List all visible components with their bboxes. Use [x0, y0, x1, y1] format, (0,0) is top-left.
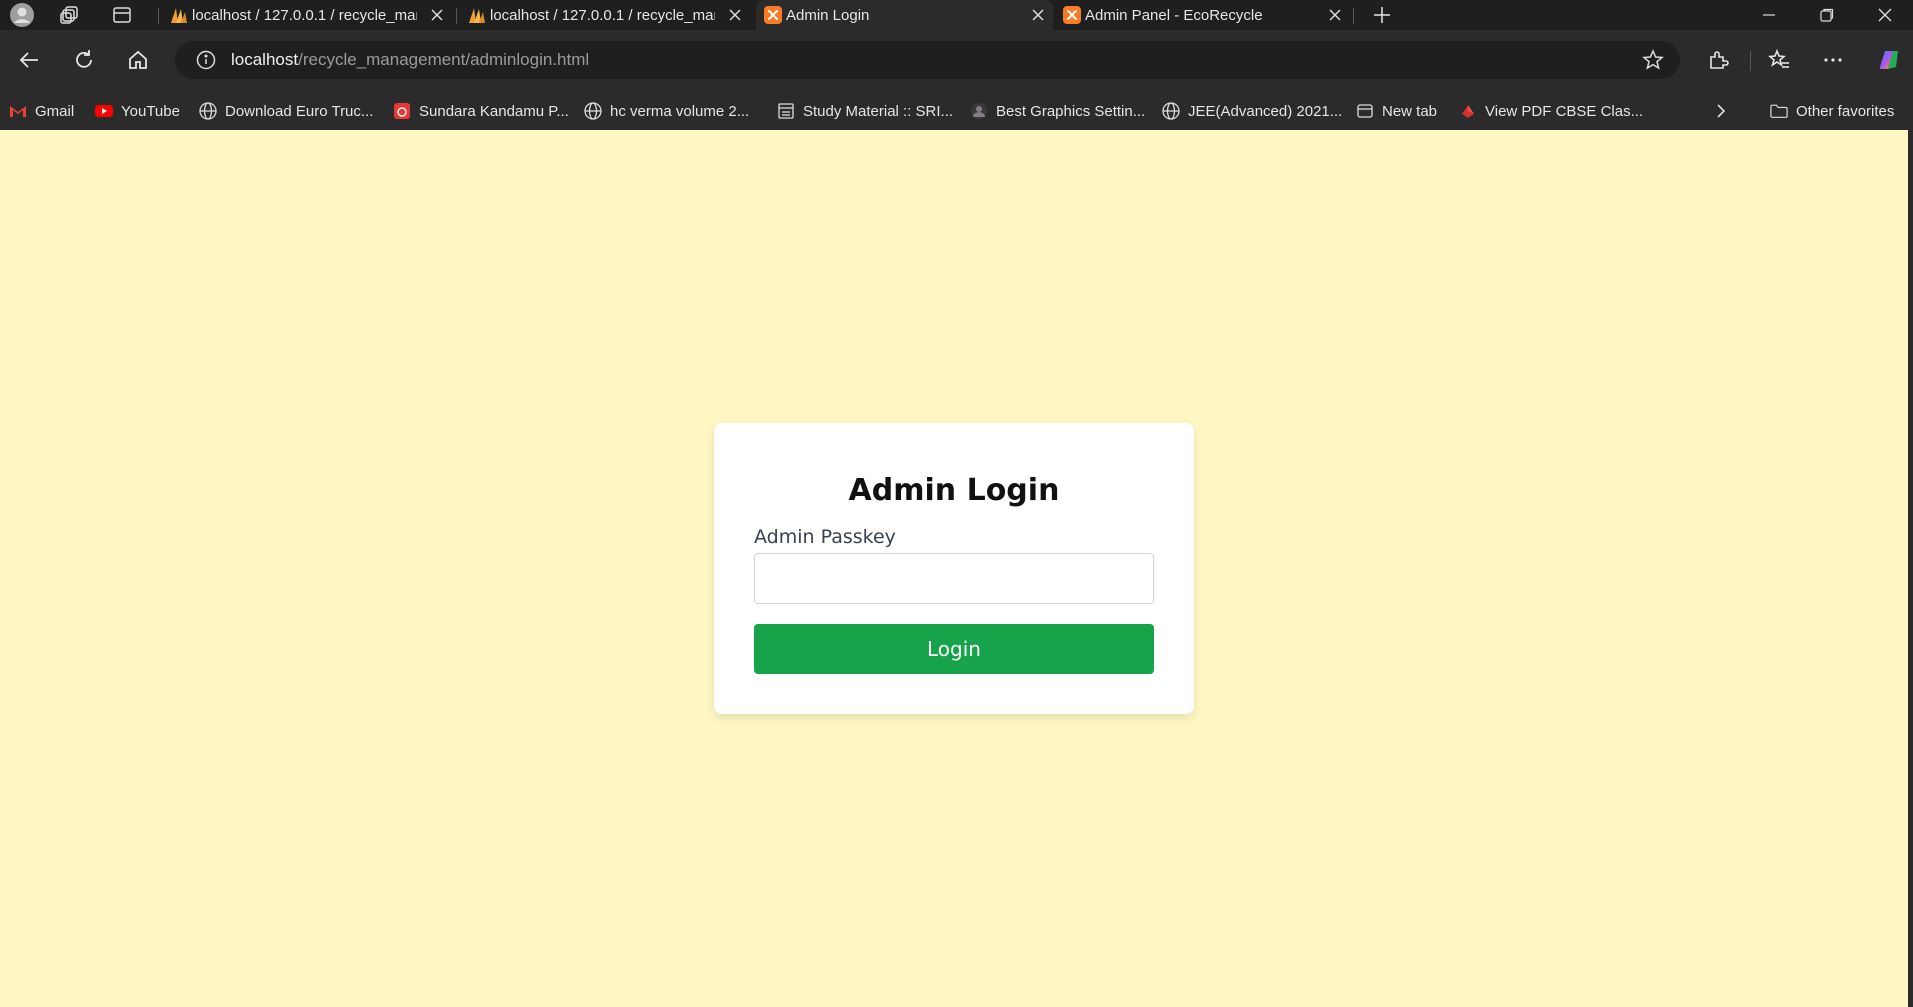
favorite-star-icon[interactable] — [1642, 49, 1664, 71]
close-icon[interactable] — [726, 6, 744, 24]
tab-title: localhost / 127.0.0.1 / recycle_mar — [192, 6, 417, 24]
url-text[interactable]: localhost/recycle_management/adminlogin.… — [231, 50, 589, 70]
close-icon[interactable] — [428, 6, 446, 24]
page-title: Admin Login — [848, 473, 1060, 508]
other-favorites[interactable]: Other favorites — [1770, 100, 1894, 122]
red-app-icon — [393, 102, 411, 120]
newtab-icon — [1356, 102, 1374, 120]
bookmark-label: Download Euro Truc... — [225, 102, 374, 120]
phpmyadmin-icon — [468, 6, 486, 24]
more-options-icon[interactable] — [1813, 40, 1853, 80]
avatar-icon — [970, 102, 988, 120]
login-button[interactable]: Login — [754, 624, 1154, 674]
copilot-icon[interactable] — [1868, 40, 1908, 80]
globe-icon — [1162, 102, 1180, 120]
tab-title: Admin Panel - EcoRecycle — [1085, 6, 1263, 24]
favorites-icon[interactable] — [1759, 40, 1799, 80]
tab-separator — [456, 8, 457, 24]
folder-icon — [1770, 102, 1788, 120]
close-window-icon[interactable] — [1857, 0, 1913, 30]
tab-title: Admin Login — [786, 6, 870, 24]
address-bar[interactable]: localhost/recycle_management/adminlogin.… — [175, 41, 1680, 79]
tab-separator — [1353, 8, 1354, 24]
study-icon — [777, 102, 795, 120]
tab-separator — [158, 8, 159, 24]
tab-phpmyadmin-1[interactable]: localhost / 127.0.0.1 / recycle_mar — [162, 0, 452, 30]
bookmark-label: Sundara Kandamu P... — [419, 102, 569, 120]
back-arrow-icon[interactable] — [9, 40, 49, 80]
bookmark-best-graphics[interactable]: Best Graphics Settin... — [970, 100, 1145, 122]
bookmark-hc-verma[interactable]: hc verma volume 2... — [584, 100, 749, 122]
tab-phpmyadmin-2[interactable]: localhost / 127.0.0.1 / recycle_mar — [460, 0, 750, 30]
other-favorites-label: Other favorites — [1796, 102, 1895, 120]
bookmark-label: View PDF CBSE Clas... — [1485, 102, 1644, 120]
passkey-label: Admin Passkey — [754, 526, 896, 548]
new-tab-icon[interactable] — [1362, 0, 1402, 30]
bookmark-youtube[interactable]: YouTube — [95, 100, 180, 122]
vertical-tabs-icon[interactable] — [102, 0, 142, 30]
refresh-icon[interactable] — [64, 40, 104, 80]
bookmark-label: JEE(Advanced) 2021... — [1188, 102, 1343, 120]
workspaces-icon[interactable] — [50, 0, 90, 30]
bookmark-view-pdf[interactable]: View PDF CBSE Clas... — [1459, 100, 1643, 122]
tab-admin-login[interactable]: Admin Login — [756, 0, 1053, 30]
xampp-icon — [1063, 6, 1081, 24]
bookmark-sundara-kandamu[interactable]: Sundara Kandamu P... — [393, 100, 569, 122]
bookmark-label: YouTube — [121, 102, 180, 120]
bookmark-jee-advanced[interactable]: JEE(Advanced) 2021... — [1162, 100, 1342, 122]
close-icon[interactable] — [1326, 6, 1344, 24]
restore-icon[interactable] — [1799, 0, 1855, 30]
bookmark-label: Best Graphics Settin... — [996, 102, 1146, 120]
bookmark-euro-truck[interactable]: Download Euro Truc... — [199, 100, 373, 122]
pdf-icon — [1459, 102, 1477, 120]
bookmark-label: hc verma volume 2... — [610, 102, 750, 120]
browser-toolbar: localhost/recycle_management/adminlogin.… — [0, 30, 1913, 92]
phpmyadmin-icon — [170, 6, 188, 24]
site-info-icon[interactable] — [195, 49, 217, 71]
tab-title: localhost / 127.0.0.1 / recycle_mar — [490, 6, 715, 24]
minimize-icon[interactable] — [1741, 0, 1797, 30]
bookmark-gmail[interactable]: Gmail — [9, 100, 74, 122]
home-icon[interactable] — [118, 40, 158, 80]
tab-admin-panel[interactable]: Admin Panel - EcoRecycle — [1055, 0, 1350, 30]
globe-icon — [199, 102, 217, 120]
close-icon[interactable] — [1029, 6, 1047, 24]
profile-avatar-icon[interactable] — [2, 0, 42, 30]
gmail-icon — [9, 102, 27, 120]
globe-icon — [584, 102, 602, 120]
bookmark-label: Gmail — [35, 102, 75, 120]
url-path: /recycle_management/adminlogin.html — [298, 50, 590, 69]
favorites-bar: Gmail YouTube Download Euro Truc... Sund… — [0, 92, 1913, 130]
xampp-icon — [764, 6, 782, 24]
url-host: localhost — [231, 50, 299, 69]
bookmark-study-material[interactable]: Study Material :: SRI... — [777, 100, 953, 122]
passkey-input[interactable] — [754, 553, 1154, 604]
youtube-icon — [95, 102, 113, 120]
more-bookmarks-chevron-icon[interactable] — [1714, 100, 1728, 122]
bookmark-label: New tab — [1382, 102, 1438, 120]
bookmark-label: Study Material :: SRI... — [803, 102, 954, 120]
window-edge — [1908, 130, 1913, 1007]
toolbar-divider — [1750, 51, 1751, 71]
login-card: Admin Login Admin Passkey Login — [714, 423, 1194, 714]
extensions-icon[interactable] — [1698, 40, 1738, 80]
page-viewport: Admin Login Admin Passkey Login — [0, 130, 1908, 1007]
bookmark-new-tab[interactable]: New tab — [1356, 100, 1437, 122]
tab-strip: localhost / 127.0.0.1 / recycle_mar loca… — [0, 0, 1913, 30]
